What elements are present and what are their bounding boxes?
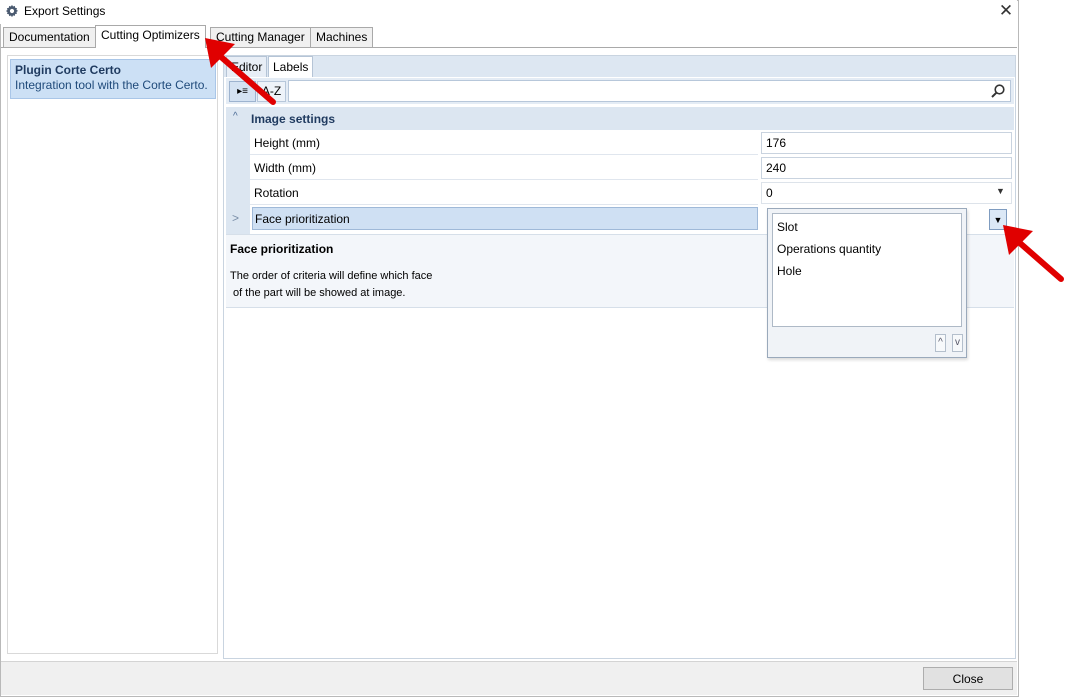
- width-field[interactable]: 240: [761, 157, 1012, 179]
- height-field[interactable]: 176: [761, 132, 1012, 154]
- subtab-strip: [224, 56, 1015, 77]
- search-icon[interactable]: [990, 83, 1006, 99]
- property-name-face-prioritization[interactable]: Face prioritization: [252, 207, 758, 230]
- window-title: Export Settings: [24, 4, 106, 18]
- rotation-select[interactable]: 0: [761, 182, 1012, 204]
- close-button[interactable]: Close: [923, 667, 1013, 690]
- plugin-list-item[interactable]: Plugin Corte Certo Integration tool with…: [10, 59, 216, 99]
- description-title: Face prioritization: [230, 242, 334, 256]
- move-down-button[interactable]: v: [952, 334, 963, 352]
- priority-item-slot[interactable]: Slot: [777, 220, 798, 234]
- category-row[interactable]: [226, 107, 1014, 130]
- property-name-height: Height (mm): [250, 131, 758, 155]
- property-name-rotation: Rotation: [250, 181, 758, 205]
- move-up-button[interactable]: ^: [935, 334, 946, 352]
- tab-cutting-optimizers[interactable]: Cutting Optimizers: [95, 25, 206, 48]
- search-box: [288, 80, 1011, 102]
- description-text: The order of criteria will define which …: [230, 270, 433, 299]
- priority-item-hole[interactable]: Hole: [777, 264, 802, 278]
- tab-machines[interactable]: Machines: [310, 27, 374, 47]
- chevron-down-icon[interactable]: ▼: [996, 186, 1005, 196]
- search-input[interactable]: [291, 82, 985, 102]
- priority-item-operations-quantity[interactable]: Operations quantity: [777, 242, 881, 256]
- gear-icon: [5, 4, 19, 18]
- category-label: Image settings: [251, 112, 336, 126]
- chevron-right-icon[interactable]: >: [232, 211, 239, 225]
- plugin-description: Integration tool with the Corte Certo.: [15, 78, 208, 92]
- footer-bar: [1, 661, 1017, 695]
- plugin-list: [7, 55, 218, 654]
- property-name-width: Width (mm): [250, 156, 758, 180]
- tab-documentation[interactable]: Documentation: [3, 27, 96, 47]
- annotation-arrow-icon: [205, 38, 276, 105]
- annotation-arrow-icon: [1003, 225, 1064, 282]
- close-window-button[interactable]: ✕: [996, 1, 1016, 21]
- title-bar: [0, 0, 1017, 24]
- chevron-up-icon[interactable]: ^: [233, 111, 238, 122]
- plugin-title: Plugin Corte Certo: [15, 63, 122, 77]
